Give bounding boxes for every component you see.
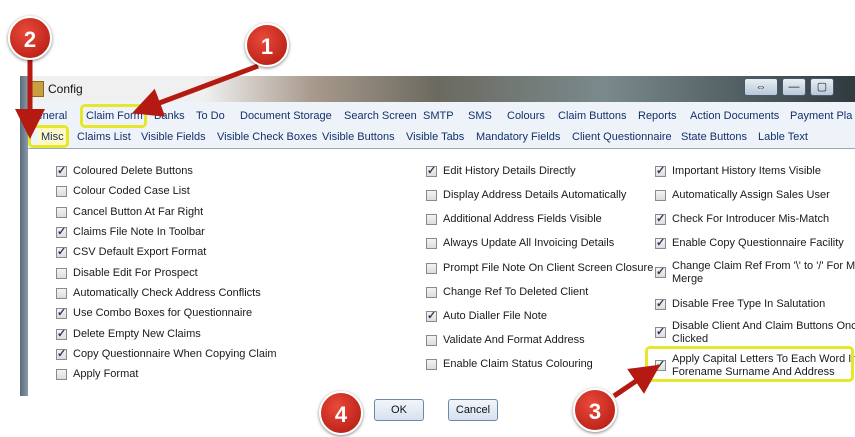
highlight-misc-tab	[28, 125, 69, 148]
tab-reports[interactable]: Reports	[638, 106, 677, 126]
tab-action-documents[interactable]: Action Documents	[690, 106, 779, 126]
option-label: Check For Introducer Mis-Match	[672, 213, 830, 225]
option-label: Prompt File Note On Client Screen Closur…	[443, 262, 654, 274]
checkbox[interactable]	[56, 268, 67, 279]
checkbox[interactable]	[56, 225, 67, 238]
maximize-icon[interactable]: ▢	[810, 78, 834, 96]
checkbox[interactable]	[56, 327, 67, 340]
restore-icon[interactable]: ⇔	[744, 78, 778, 96]
option-label: Delete Empty New Claims	[73, 328, 201, 340]
tab-client-questionnaire[interactable]: Client Questionnaire	[572, 127, 672, 147]
tab-to-do[interactable]: To Do	[196, 106, 225, 126]
option-label: Cancel Button At Far Right	[73, 206, 204, 218]
tab-visible-fields[interactable]: Visible Fields	[141, 127, 206, 147]
option-label: Colour Coded Case List	[73, 185, 190, 197]
option-label: Validate And Format Address	[443, 334, 585, 346]
checkbox[interactable]	[655, 325, 666, 338]
window-title: Config	[48, 82, 83, 96]
option-label: Copy Questionnaire When Copying Claim	[73, 348, 277, 360]
checkbox[interactable]	[426, 238, 437, 249]
callout-4: 4	[319, 391, 363, 435]
minimize-icon[interactable]: —	[782, 78, 806, 96]
tab-claims-list[interactable]: Claims List	[77, 127, 131, 147]
tab-visible-buttons[interactable]: Visible Buttons	[322, 127, 395, 147]
tab-mandatory-fields[interactable]: Mandatory Fields	[476, 127, 560, 147]
option-label: Enable Copy Questionnaire Facility	[672, 237, 844, 249]
tab-colours[interactable]: Colours	[507, 106, 545, 126]
checkbox[interactable]	[655, 212, 666, 225]
checkbox[interactable]	[426, 263, 437, 274]
checkbox[interactable]	[56, 347, 67, 360]
checkbox[interactable]	[655, 190, 666, 201]
checkbox[interactable]	[56, 207, 67, 218]
tab-sms[interactable]: SMS	[468, 106, 492, 126]
callout-2: 2	[8, 16, 52, 60]
option-label: Use Combo Boxes for Questionnaire	[73, 307, 253, 319]
option-label: Disable Client And Claim Buttons Once Cli…	[672, 320, 855, 345]
checkbox[interactable]	[655, 265, 666, 278]
checkbox[interactable]	[655, 236, 666, 249]
checkbox[interactable]	[56, 288, 67, 299]
option-label: Enable Claim Status Colouring	[443, 358, 593, 370]
option-label: Auto Dialler File Note	[443, 310, 547, 322]
tab-claim-buttons[interactable]: Claim Buttons	[558, 106, 626, 126]
checkbox[interactable]	[655, 164, 666, 177]
tab-general[interactable]: General	[28, 106, 67, 126]
tab-payment-plan[interactable]: Payment Pla	[790, 106, 852, 126]
checkbox[interactable]	[56, 306, 67, 319]
tab-document-storage[interactable]: Document Storage	[240, 106, 332, 126]
checkbox[interactable]	[56, 369, 67, 380]
checkbox[interactable]	[426, 359, 437, 370]
checkbox[interactable]	[56, 245, 67, 258]
tab-state-buttons[interactable]: State Buttons	[681, 127, 747, 147]
title-bar: Config ⇔ — ▢	[20, 76, 855, 102]
option-label: CSV Default Export Format	[73, 246, 207, 258]
callout-1: 1	[245, 23, 289, 67]
option-label: Automatically Assign Sales User	[672, 189, 830, 201]
tab-smtp[interactable]: SMTP	[423, 106, 454, 126]
callout-3: 3	[573, 388, 617, 432]
cancel-button[interactable]: Cancel	[448, 399, 498, 421]
option-label: Change Ref To Deleted Client	[443, 286, 589, 298]
option-label: Always Update All Invoicing Details	[443, 237, 615, 249]
tab-lable-text[interactable]: Lable Text	[758, 127, 808, 147]
checkbox[interactable]	[655, 297, 666, 310]
window-left-border	[20, 76, 28, 396]
option-label: Additional Address Fields Visible	[443, 213, 602, 225]
option-label: Automatically Check Address Conflicts	[73, 287, 261, 299]
tab-visible-check-boxes[interactable]: Visible Check Boxes	[217, 127, 317, 147]
option-label: Coloured Delete Buttons	[73, 165, 193, 177]
tab-search-screen[interactable]: Search Screen	[344, 106, 417, 126]
checkbox[interactable]	[426, 190, 437, 201]
checkbox[interactable]	[426, 335, 437, 346]
checkbox[interactable]	[426, 214, 437, 225]
option-label: Edit History Details Directly	[443, 165, 576, 177]
tab-visible-tabs[interactable]: Visible Tabs	[406, 127, 464, 147]
option-label: Disable Edit For Prospect	[73, 267, 198, 279]
checkbox[interactable]	[56, 186, 67, 197]
option-label: Display Address Details Automatically	[443, 189, 627, 201]
option-label: Important History Items Visible	[672, 165, 821, 177]
option-label: Claims File Note In Toolbar	[73, 226, 205, 238]
checkbox[interactable]	[426, 164, 437, 177]
checkbox[interactable]	[56, 164, 67, 177]
option-label: Disable Free Type In Salutation	[672, 298, 826, 310]
highlight-claim-form-tab	[80, 104, 147, 128]
checkbox[interactable]	[426, 287, 437, 298]
tab-banks[interactable]: Banks	[154, 106, 185, 126]
highlight-capital-letters-option	[645, 346, 854, 382]
option-label: Apply Format	[73, 368, 139, 380]
checkbox[interactable]	[426, 309, 437, 322]
ok-button[interactable]: OK	[374, 399, 424, 421]
app-icon	[28, 81, 44, 97]
option-label: Change Claim Ref From '\' to '/' For Ma M…	[672, 260, 855, 285]
